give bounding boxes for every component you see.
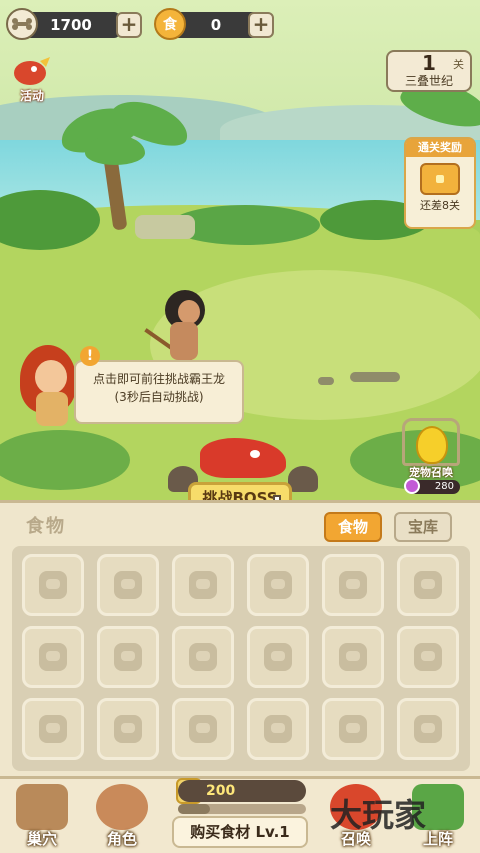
stage-indicator[interactable]: 1 关 三叠世纪 — [386, 50, 472, 92]
food-slot[interactable] — [172, 698, 234, 760]
exclamation-icon: ! — [80, 346, 100, 366]
food-slot[interactable] — [97, 554, 159, 616]
palm-leaf — [85, 135, 145, 165]
pet-summon-label: 宠物召唤 — [409, 466, 453, 479]
event-button[interactable]: 活动 — [10, 55, 54, 103]
food-slot-grid — [12, 546, 470, 771]
dino-event-icon — [14, 57, 50, 85]
meat-placeholder-icon — [264, 715, 292, 743]
gold-coin-icon: 食 — [154, 8, 186, 40]
food-slot[interactable] — [247, 626, 309, 688]
clear-reward-panel[interactable]: 通关奖励 还差8关 — [404, 137, 476, 229]
meat-placeholder-icon — [189, 715, 217, 743]
cavewoman-body — [36, 392, 68, 426]
event-label: 活动 — [19, 89, 44, 103]
gold-coin-icon-text: 食 — [163, 17, 177, 33]
meat-placeholder-icon — [114, 643, 142, 671]
food-slot[interactable] — [22, 626, 84, 688]
pet-summon-button[interactable]: 宠物召唤 280 — [398, 412, 464, 496]
food-slot[interactable] — [322, 698, 384, 760]
add-bones-button[interactable]: + — [116, 12, 142, 38]
meat-placeholder-icon — [339, 571, 367, 599]
food-slot[interactable] — [322, 554, 384, 616]
nav-nest-label: 巢穴 — [26, 830, 57, 848]
food-slot[interactable] — [172, 626, 234, 688]
meat-placeholder-icon — [189, 571, 217, 599]
nav-character-label: 角色 — [106, 830, 137, 848]
meat-placeholder-icon — [414, 643, 442, 671]
dialog-line-1: 点击即可前往挑战霸王龙 — [92, 372, 225, 386]
meat-placeholder-icon — [39, 715, 67, 743]
right-claw — [288, 466, 318, 492]
stage-era: 三叠世纪 — [404, 74, 453, 88]
food-slot[interactable] — [22, 554, 84, 616]
buy-food-button[interactable]: 购买食材 Lv.1 — [172, 816, 308, 848]
nest-icon — [16, 784, 68, 830]
t-rex-eye — [250, 450, 260, 458]
meat-placeholder-icon — [39, 643, 67, 671]
nav-character[interactable]: 角色 — [84, 780, 160, 850]
food-slot[interactable] — [397, 554, 459, 616]
bone-icon — [6, 8, 38, 40]
caveman-body — [170, 322, 198, 360]
food-slot[interactable] — [22, 698, 84, 760]
meat-placeholder-icon — [414, 571, 442, 599]
clear-reward-title: 通关奖励 — [406, 139, 474, 157]
meat-placeholder-icon — [339, 715, 367, 743]
food-slot[interactable] — [397, 626, 459, 688]
meat-placeholder-icon — [264, 571, 292, 599]
food-slot[interactable] — [172, 554, 234, 616]
tutorial-dialog: 点击即可前往挑战霸王龙 (3秒后自动挑战) — [74, 360, 244, 424]
meat-placeholder-icon — [264, 643, 292, 671]
watermark: 大玩家 — [330, 796, 427, 834]
meat-placeholder-icon — [414, 715, 442, 743]
food-progress-bar — [178, 804, 306, 814]
meat-placeholder-icon — [39, 571, 67, 599]
tab-treasury[interactable]: 宝库 — [394, 512, 452, 542]
food-slot[interactable] — [247, 698, 309, 760]
tab-food[interactable]: 食物 — [324, 512, 382, 542]
golden-egg-icon — [416, 426, 448, 464]
rock — [318, 377, 334, 385]
dialog-line-2: (3秒后自动挑战) — [114, 390, 204, 404]
rock — [350, 372, 400, 382]
meat-placeholder-icon — [114, 715, 142, 743]
food-slot[interactable] — [97, 698, 159, 760]
food-slot[interactable] — [322, 626, 384, 688]
food-slot[interactable] — [397, 698, 459, 760]
food-slot[interactable] — [247, 554, 309, 616]
character-icon — [96, 784, 148, 830]
add-coins-button[interactable]: + — [248, 12, 274, 38]
food-progress-fill — [178, 804, 210, 814]
panel-title: 食物 — [26, 516, 66, 537]
food-count: 200 — [178, 780, 306, 802]
meat-placeholder-icon — [189, 643, 217, 671]
gem-icon — [404, 478, 420, 494]
clear-reward-remaining: 还差8关 — [420, 199, 460, 212]
cavewoman-face — [35, 360, 67, 394]
meat-placeholder-icon — [339, 643, 367, 671]
stage-number: 1 — [422, 51, 436, 75]
food-slot[interactable] — [97, 626, 159, 688]
nav-nest[interactable]: 巢穴 — [4, 780, 80, 850]
stage-unit: 关 — [453, 58, 464, 71]
caveman-face — [178, 300, 200, 324]
treasure-chest-icon — [420, 163, 460, 195]
rock — [135, 215, 195, 239]
meat-placeholder-icon — [114, 571, 142, 599]
